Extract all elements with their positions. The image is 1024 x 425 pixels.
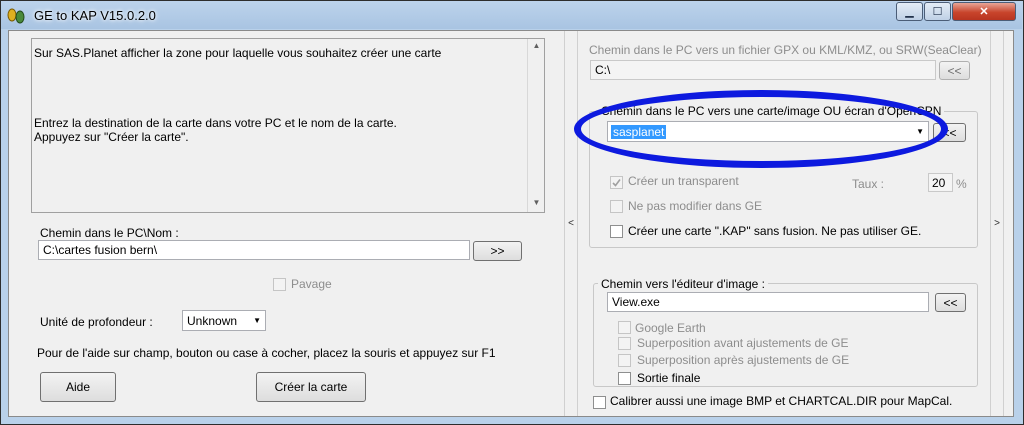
calibrate-checkbox[interactable]	[593, 396, 606, 409]
close-icon: ✕	[979, 6, 989, 18]
gpx-path-input[interactable]: C:\	[590, 60, 936, 80]
chevron-down-icon: ▼	[253, 316, 261, 325]
no-modify-label: Ne pas modifier dans GE	[628, 199, 763, 213]
transparent-checkbox[interactable]	[610, 176, 623, 189]
depth-unit-value: Unknown	[187, 314, 238, 328]
taux-unit: %	[956, 177, 967, 191]
overlay-after-label: Superposition après ajustements de GE	[637, 353, 850, 367]
chevron-right-icon: >	[994, 218, 1000, 229]
transparent-label: Créer un transparent	[628, 174, 739, 188]
chevron-left-icon: <	[568, 218, 574, 229]
gpx-path-label: Chemin dans le PC vers un fichier GPX ou…	[589, 43, 982, 57]
window-title: GE to KAP V15.0.2.0	[34, 8, 156, 23]
check-icon	[612, 179, 621, 187]
taux-label: Taux :	[852, 177, 885, 191]
maximize-icon: ☐	[932, 6, 943, 18]
instructions-line-3: Appuyez sur "Créer la carte".	[34, 130, 189, 144]
editor-group-label: Chemin vers l'éditeur d'image :	[598, 277, 768, 291]
depth-unit-label: Unité de profondeur :	[40, 315, 153, 329]
taux-input[interactable]: 20	[928, 173, 953, 192]
pavage-checkbox[interactable]	[273, 278, 286, 291]
path-input[interactable]: C:\cartes fusion bern\	[38, 240, 470, 260]
right-splitter[interactable]: >	[990, 31, 1004, 416]
editor-browse-button[interactable]: <<	[935, 293, 966, 312]
calibrate-label: Calibrer aussi une image BMP et CHARTCAL…	[610, 394, 953, 408]
gpx-browse-button[interactable]: <<	[939, 61, 970, 80]
maximize-button[interactable]: ☐	[924, 2, 951, 21]
app-icon	[6, 6, 28, 24]
help-hint-text: Pour de l'aide sur champ, bouton ou case…	[37, 346, 496, 360]
instructions-scrollbar[interactable]: ▲ ▼	[527, 39, 544, 212]
final-output-radio[interactable]	[618, 372, 631, 385]
path-label: Chemin dans le PC\Nom :	[40, 226, 179, 240]
create-map-button[interactable]: Créer la carte	[256, 372, 366, 402]
minimize-icon: ▁	[905, 6, 914, 18]
browse-path-button[interactable]: >>	[473, 241, 522, 261]
no-modify-checkbox[interactable]	[610, 200, 623, 213]
annotation-ring	[574, 90, 948, 168]
close-button[interactable]: ✕	[952, 2, 1016, 21]
depth-unit-select[interactable]: Unknown ▼	[182, 310, 266, 331]
pavage-label: Pavage	[291, 277, 332, 291]
scroll-down-icon[interactable]: ▼	[528, 198, 545, 207]
minimize-button[interactable]: ▁	[896, 2, 923, 21]
left-splitter[interactable]: <	[564, 31, 578, 416]
instructions-box[interactable]: Sur SAS.Planet afficher la zone pour laq…	[31, 38, 545, 213]
instructions-line-2: Entrez la destination de la carte dans v…	[34, 116, 397, 130]
overlay-before-radio[interactable]	[618, 337, 631, 350]
kap-no-fusion-checkbox[interactable]	[610, 225, 623, 238]
final-output-label: Sortie finale	[637, 371, 701, 385]
instructions-line-1: Sur SAS.Planet afficher la zone pour laq…	[34, 46, 442, 60]
overlay-before-label: Superposition avant ajustements de GE	[637, 336, 849, 350]
google-earth-label: Google Earth	[635, 321, 706, 335]
help-button[interactable]: Aide	[40, 372, 116, 402]
editor-path-input[interactable]: View.exe	[607, 292, 929, 312]
kap-no-fusion-label: Créer une carte ".KAP" sans fusion. Ne p…	[628, 224, 922, 238]
scroll-up-icon[interactable]: ▲	[528, 41, 545, 50]
google-earth-radio[interactable]	[618, 321, 631, 334]
overlay-after-radio[interactable]	[618, 354, 631, 367]
